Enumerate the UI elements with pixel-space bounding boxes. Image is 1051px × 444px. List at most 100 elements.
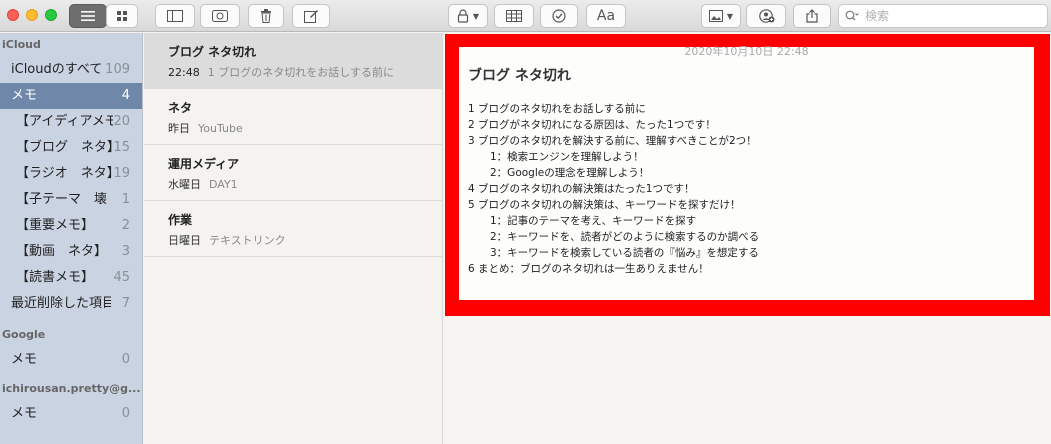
sidebar-item-child-theme[interactable]: 【子テーマ 壊 1	[0, 187, 142, 213]
sidebar-item-radio-neta[interactable]: 【ラジオ ネタ】 19	[0, 161, 142, 187]
gallery-view-button[interactable]	[106, 4, 138, 28]
note-line: 4 ブログのネタ切れの解決策はたった1つです！	[468, 183, 695, 195]
note-heading: ブログ ネタ切れ	[468, 68, 571, 84]
sidebar-item-important-memo[interactable]: 【重要メモ】 2	[0, 213, 142, 239]
note-line: 6 まとめ：ブログのネタ切れは一生ありえません！	[468, 263, 709, 275]
note-date: 22:48	[168, 66, 200, 79]
note-line: 2：Googleの理念を理解しよう！	[490, 167, 650, 179]
note-title: 作業	[168, 213, 193, 227]
sidebar-section-header: Google	[2, 328, 46, 341]
toggle-sidebar-button[interactable]	[155, 4, 195, 28]
note-meta: 日曜日 テキストリンク	[168, 232, 430, 248]
note-title: ブログ ネタ切れ	[168, 45, 257, 59]
sidebar-item-count: 4	[121, 88, 130, 103]
sidebar-item-count: 7	[121, 296, 130, 311]
trash-icon	[261, 9, 271, 23]
sidebar-item-google-notes[interactable]: メモ 0	[0, 347, 142, 373]
list-view-icon	[81, 11, 95, 21]
note-title: 運用メディア	[168, 157, 240, 171]
zoom-window-button[interactable]	[45, 9, 57, 21]
sidebar-item-blog-neta[interactable]: 【ブログ ネタ】 15	[0, 135, 142, 161]
sidebar-item-icloud-all[interactable]: iCloudのすべて 109	[0, 57, 142, 83]
note-body[interactable]: 2020年10月10日 22:48 ブログ ネタ切れ 1 ブログのネタ切れをお話…	[459, 45, 1034, 300]
sidebar-item-count: 2	[121, 218, 130, 233]
compose-icon	[304, 10, 318, 23]
sidebar: iCloud iCloudのすべて 109 メモ 4 【アイディアメモ 20 【ブログ…	[0, 33, 143, 444]
sidebar-item-account-notes[interactable]: メモ 0	[0, 401, 142, 427]
sidebar-item-video-neta[interactable]: 【動画 ネタ】 3	[0, 239, 142, 265]
search-field[interactable]	[838, 4, 1048, 28]
note-line: 1 ブログのネタ切れをお話しする前に	[468, 103, 646, 115]
note-line: 3 ブログのネタ切れを解決する前に、理解すべきことが2つ！	[468, 135, 757, 147]
note-list-item[interactable]: 作業 日曜日 テキストリンク	[144, 201, 442, 257]
sidebar-icon	[167, 10, 183, 22]
note-list-item[interactable]: ネタ 昨日 YouTube	[144, 89, 442, 145]
note-meta: 水曜日 DAY1	[168, 176, 430, 192]
sidebar-item-count: 19	[113, 166, 130, 181]
note-date: 日曜日	[168, 234, 201, 247]
lock-button[interactable]: ▼	[448, 4, 488, 28]
format-button[interactable]: Aa	[586, 4, 626, 28]
share-button[interactable]	[793, 4, 831, 28]
note-date: 昨日	[168, 122, 190, 135]
note-preview: 1 ブログのネタ切れをお話しする前に	[207, 66, 394, 79]
checklist-button[interactable]	[540, 4, 578, 28]
note-meta: 22:48 1 ブログのネタ切れをお話しする前に	[168, 64, 430, 80]
grid-icon	[117, 11, 127, 21]
list-view-button[interactable]	[69, 4, 107, 28]
lock-icon	[457, 9, 469, 23]
note-list: ブログ ネタ切れ 22:48 1 ブログのネタ切れをお話しする前に ネタ 昨日 Yo…	[144, 33, 443, 444]
attachments-button[interactable]	[200, 4, 240, 28]
chevron-down-icon: ▼	[726, 11, 734, 21]
minimize-window-button[interactable]	[26, 9, 38, 21]
sidebar-item-count: 0	[121, 406, 130, 421]
sidebar-item-label: 【動画 ネタ】	[16, 244, 108, 259]
table-button[interactable]	[494, 4, 534, 28]
sidebar-item-count: 109	[105, 62, 130, 77]
search-icon	[845, 10, 859, 21]
sidebar-item-label: 【ラジオ ネタ】	[16, 166, 114, 181]
sidebar-item-count: 1	[121, 192, 130, 207]
note-line: 1：検索エンジンを理解しよう！	[490, 151, 644, 163]
note-timestamp: 2020年10月10日 22:48	[684, 45, 809, 58]
sidebar-item-count: 45	[113, 270, 130, 285]
sidebar-item-idea-memo[interactable]: 【アイディアメモ 20	[0, 109, 142, 135]
sidebar-section-header: ichirousan.pretty@g...	[2, 382, 141, 395]
sidebar-item-count: 0	[121, 352, 130, 367]
note-line: 5 ブログのネタ切れの解決策は、キーワードを探すだけ！	[468, 199, 741, 211]
sidebar-item-label: 【重要メモ】	[16, 218, 95, 233]
note-editor[interactable]: 2020年10月10日 22:48 ブログ ネタ切れ 1 ブログのネタ切れをお話…	[444, 33, 1051, 444]
sidebar-item-count: 3	[121, 244, 130, 259]
close-window-button[interactable]	[7, 9, 19, 21]
delete-button[interactable]	[248, 4, 284, 28]
note-list-item[interactable]: 運用メディア 水曜日 DAY1	[144, 145, 442, 201]
media-button[interactable]: ▼	[701, 4, 741, 28]
chevron-down-icon: ▼	[472, 11, 480, 21]
sidebar-item-label: 【読書メモ】	[16, 270, 95, 285]
sidebar-item-label: 【子テーマ 壊	[16, 192, 108, 207]
sidebar-item-label: メモ	[11, 406, 38, 421]
share-icon	[806, 9, 818, 23]
photo-icon	[708, 10, 723, 22]
note-list-item[interactable]: ブログ ネタ切れ 22:48 1 ブログのネタ切れをお話しする前に	[144, 33, 442, 89]
note-line: 3：キーワードを検索している読者の『悩み』を想定する	[490, 247, 759, 259]
note-meta: 昨日 YouTube	[168, 120, 430, 136]
sidebar-item-reading-memo[interactable]: 【読書メモ】 45	[0, 265, 142, 291]
note-preview: DAY1	[209, 178, 238, 191]
sidebar-item-label: 最近削除した項目	[11, 296, 111, 311]
search-input[interactable]	[865, 9, 1025, 23]
sidebar-item-label: メモ	[11, 88, 38, 103]
note-preview: テキストリンク	[209, 234, 286, 247]
sidebar-item-recently-deleted[interactable]: 最近削除した項目 7	[0, 291, 142, 317]
add-people-button[interactable]	[746, 4, 786, 28]
checkmark-circle-icon	[552, 9, 566, 23]
note-line: 2：キーワードを、読者がどのように検索するのか調べる	[490, 231, 760, 243]
add-person-icon	[759, 9, 775, 23]
compose-button[interactable]	[292, 4, 330, 28]
sidebar-item-label: iCloudのすべて	[11, 62, 103, 77]
sidebar-item-notes[interactable]: メモ 4	[0, 83, 142, 109]
note-date: 水曜日	[168, 178, 201, 191]
sidebar-item-label: 【アイディアメモ	[16, 114, 114, 129]
format-label: Aa	[596, 8, 616, 24]
sidebar-item-label: 【ブログ ネタ】	[16, 140, 114, 155]
